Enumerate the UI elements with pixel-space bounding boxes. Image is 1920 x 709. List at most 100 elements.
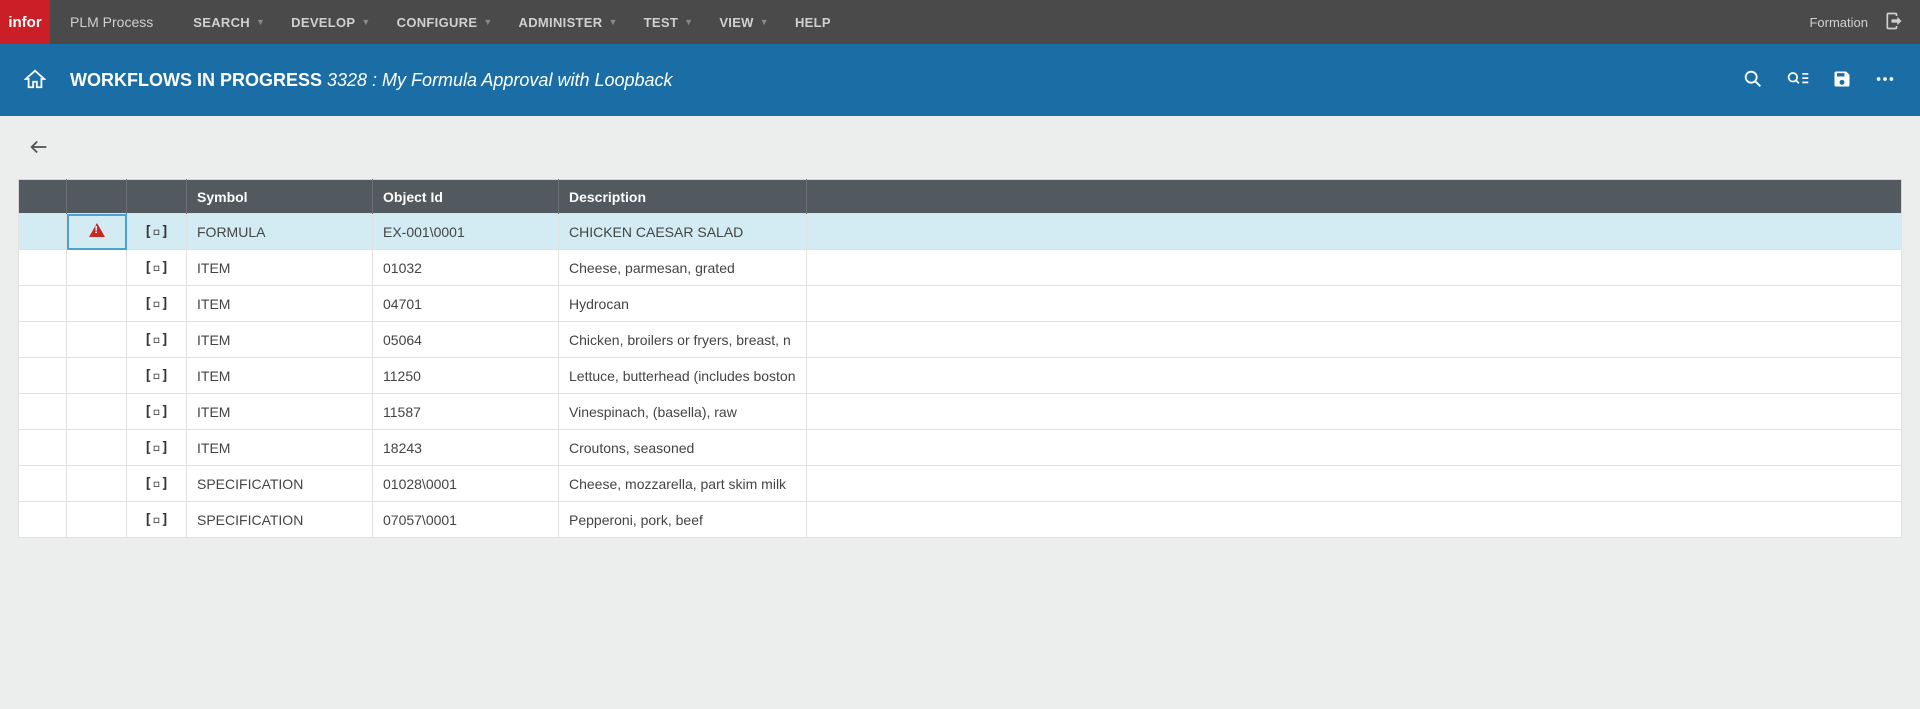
cell-doc-icon[interactable]: [▫]	[127, 394, 187, 430]
cell-description: Cheese, parmesan, grated	[559, 250, 807, 286]
cell-doc-icon[interactable]: [▫]	[127, 250, 187, 286]
cell-blank-end	[806, 214, 1902, 250]
page-title-bold: WORKFLOWS IN PROGRESS	[70, 70, 322, 90]
cell-objectid: 05064	[373, 322, 559, 358]
table-row[interactable]: [▫]ITEM04701Hydrocan	[19, 286, 1902, 322]
document-icon: [▫]	[144, 368, 169, 384]
menu-item-configure[interactable]: CONFIGURE▼	[397, 15, 493, 30]
cell-description: CHICKEN CAESAR SALAD	[559, 214, 807, 250]
cell-symbol: ITEM	[187, 250, 373, 286]
menu-item-test[interactable]: TEST▼	[644, 15, 694, 30]
menu-item-administer[interactable]: ADMINISTER▼	[519, 15, 618, 30]
cell-symbol: SPECIFICATION	[187, 502, 373, 538]
document-icon: [▫]	[144, 404, 169, 420]
chevron-down-icon: ▼	[256, 17, 265, 27]
cell-symbol: SPECIFICATION	[187, 466, 373, 502]
cell-symbol: ITEM	[187, 322, 373, 358]
cell-doc-icon[interactable]: [▫]	[127, 502, 187, 538]
user-label[interactable]: Formation	[1809, 15, 1868, 30]
menu-label: DEVELOP	[291, 15, 355, 30]
menu-item-help[interactable]: HELP	[795, 15, 831, 30]
cell-objectid: 11250	[373, 358, 559, 394]
menu-item-search[interactable]: SEARCH▼	[193, 15, 265, 30]
cell-alert	[67, 250, 127, 286]
menu-item-view[interactable]: VIEW▼	[719, 15, 769, 30]
cell-objectid: 01028\0001	[373, 466, 559, 502]
home-icon[interactable]	[24, 68, 46, 93]
col-header-objectid[interactable]: Object Id	[373, 180, 559, 214]
topbar: infor PLM Process SEARCH▼DEVELOP▼CONFIGU…	[0, 0, 1920, 44]
cell-blank-end	[806, 286, 1902, 322]
save-icon[interactable]	[1832, 69, 1852, 92]
chevron-down-icon: ▼	[483, 17, 492, 27]
header-actions	[1742, 68, 1896, 93]
cell-blank-end	[806, 358, 1902, 394]
page-header: WORKFLOWS IN PROGRESS 3328 : My Formula …	[0, 44, 1920, 116]
document-icon: [▫]	[144, 332, 169, 348]
cell-symbol: ITEM	[187, 286, 373, 322]
back-row	[18, 128, 1902, 179]
menu-item-develop[interactable]: DEVELOP ▼	[291, 15, 370, 30]
cell-blank	[19, 430, 67, 466]
cell-blank	[19, 250, 67, 286]
cell-blank-end	[806, 430, 1902, 466]
cell-description: Chicken, broilers or fryers, breast, n	[559, 322, 807, 358]
document-icon: [▫]	[144, 224, 169, 240]
search-list-icon[interactable]	[1786, 68, 1810, 93]
menu-label: ADMINISTER	[519, 15, 603, 30]
cell-blank-end	[806, 502, 1902, 538]
cell-objectid: 01032	[373, 250, 559, 286]
logo[interactable]: infor	[0, 0, 50, 44]
cell-blank	[19, 214, 67, 250]
topbar-right: Formation	[1809, 11, 1920, 34]
alert-icon[interactable]	[89, 223, 105, 237]
cell-doc-icon[interactable]: [▫]	[127, 286, 187, 322]
cell-blank-end	[806, 250, 1902, 286]
col-header-blank3	[127, 180, 187, 214]
menu-label: VIEW	[719, 15, 753, 30]
logout-icon[interactable]	[1884, 11, 1904, 34]
cell-doc-icon[interactable]: [▫]	[127, 466, 187, 502]
table-row[interactable]: [▫]SPECIFICATION01028\0001Cheese, mozzar…	[19, 466, 1902, 502]
cell-objectid: 18243	[373, 430, 559, 466]
document-icon: [▫]	[144, 476, 169, 492]
main-menu: SEARCH▼DEVELOP▼CONFIGURE▼ADMINISTER▼TEST…	[193, 15, 831, 30]
cell-symbol: FORMULA	[187, 214, 373, 250]
cell-objectid: 11587	[373, 394, 559, 430]
menu-label: TEST	[644, 15, 678, 30]
search-icon[interactable]	[1742, 68, 1764, 93]
document-icon: [▫]	[144, 440, 169, 456]
col-header-description[interactable]: Description	[559, 180, 807, 214]
cell-doc-icon[interactable]: [▫]	[127, 430, 187, 466]
col-header-symbol[interactable]: Symbol	[187, 180, 373, 214]
content-area: Symbol Object Id Description [▫]FORMULAE…	[0, 116, 1920, 556]
cell-objectid: 04701	[373, 286, 559, 322]
cell-blank	[19, 466, 67, 502]
cell-description: Pepperoni, pork, beef	[559, 502, 807, 538]
cell-alert	[67, 466, 127, 502]
table-row[interactable]: [▫]ITEM11250Lettuce, butterhead (include…	[19, 358, 1902, 394]
table-row[interactable]: [▫] ITEM05064Chicken, broilers or fryers,…	[19, 322, 1902, 358]
table-row[interactable]: [▫]ITEM18243Croutons, seasoned	[19, 430, 1902, 466]
cell-alert	[67, 322, 127, 358]
cell-symbol: ITEM	[187, 358, 373, 394]
chevron-down-icon: ▼	[361, 17, 370, 27]
table-header-row: Symbol Object Id Description	[19, 180, 1902, 214]
more-icon[interactable]	[1874, 68, 1896, 93]
table-row[interactable]: [▫]FORMULAEX-001\0001CHICKEN CAESAR SALA…	[19, 214, 1902, 250]
cell-alert	[67, 358, 127, 394]
cell-objectid: 07057\0001	[373, 502, 559, 538]
table-row[interactable]: [▫] ITEM01032Cheese, parmesan, grated	[19, 250, 1902, 286]
document-icon: [▫]	[144, 260, 169, 276]
cell-doc-icon[interactable]: [▫]	[127, 214, 187, 250]
cell-blank	[19, 394, 67, 430]
cell-doc-icon[interactable]: [▫]	[127, 358, 187, 394]
cell-blank-end	[806, 394, 1902, 430]
table-row[interactable]: [▫]SPECIFICATION07057\0001Pepperoni, por…	[19, 502, 1902, 538]
cell-doc-icon[interactable]: [▫]	[127, 322, 187, 358]
back-arrow-icon[interactable]	[28, 146, 50, 161]
app-name: PLM Process	[50, 14, 173, 30]
table-row[interactable]: [▫]ITEM11587Vinespinach, (basella), raw	[19, 394, 1902, 430]
cell-description: Vinespinach, (basella), raw	[559, 394, 807, 430]
cell-alert	[67, 286, 127, 322]
